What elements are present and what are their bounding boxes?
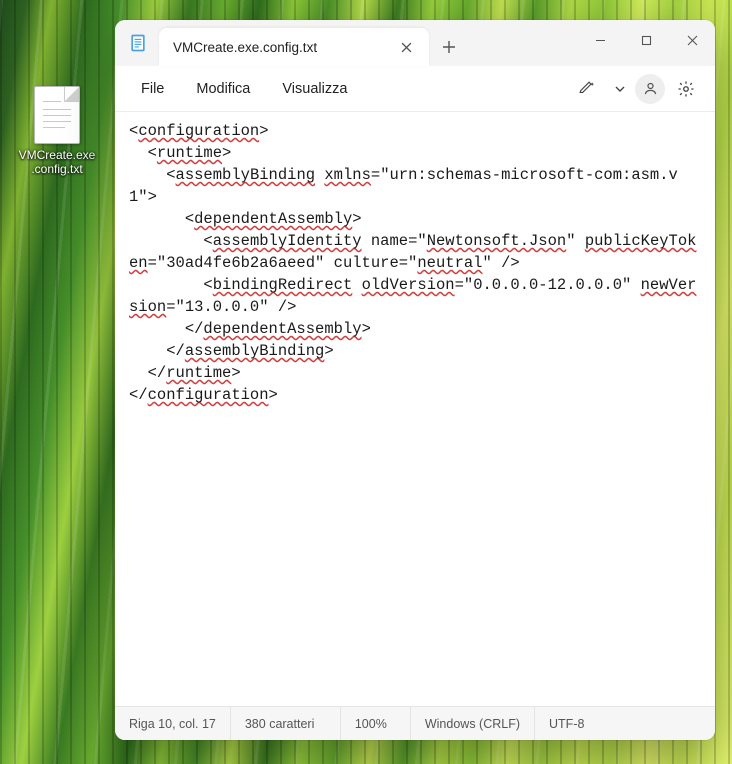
status-cursor[interactable]: Riga 10, col. 17 xyxy=(115,707,231,740)
desktop-background: VMCreate.exe .config.txt VMCreate.exe.co… xyxy=(0,0,732,764)
ai-rewrite-button[interactable] xyxy=(571,72,605,106)
menu-edit[interactable]: Modifica xyxy=(182,75,264,103)
menubar: File Modifica Visualizza xyxy=(115,66,715,112)
menu-file[interactable]: File xyxy=(127,75,178,103)
text-file-icon xyxy=(34,86,80,144)
text-editor[interactable]: <configuration> <runtime> <assemblyBindi… xyxy=(115,112,715,706)
new-tab-button[interactable] xyxy=(429,28,469,66)
tab-active[interactable]: VMCreate.exe.config.txt xyxy=(159,28,429,66)
status-chars: 380 caratteri xyxy=(231,707,341,740)
close-window-button[interactable] xyxy=(669,20,715,60)
desktop-file-label-line2: .config.txt xyxy=(12,162,102,176)
statusbar: Riga 10, col. 17 380 caratteri 100% Wind… xyxy=(115,706,715,740)
tab-close-button[interactable] xyxy=(393,34,419,60)
settings-button[interactable] xyxy=(669,72,703,106)
status-encoding[interactable]: UTF-8 xyxy=(535,707,598,740)
notepad-window: VMCreate.exe.config.txt xyxy=(115,20,715,740)
menu-view[interactable]: Visualizza xyxy=(268,75,361,103)
ai-dropdown-button[interactable] xyxy=(609,72,631,106)
notepad-app-icon xyxy=(127,32,149,54)
tab-title: VMCreate.exe.config.txt xyxy=(173,40,393,55)
account-button[interactable] xyxy=(635,74,665,104)
status-zoom[interactable]: 100% xyxy=(341,707,411,740)
desktop-file-icon[interactable]: VMCreate.exe .config.txt xyxy=(12,86,102,176)
desktop-file-label-line1: VMCreate.exe xyxy=(12,148,102,162)
minimize-button[interactable] xyxy=(577,20,623,60)
status-eol[interactable]: Windows (CRLF) xyxy=(411,707,535,740)
maximize-button[interactable] xyxy=(623,20,669,60)
titlebar[interactable]: VMCreate.exe.config.txt xyxy=(115,20,715,66)
